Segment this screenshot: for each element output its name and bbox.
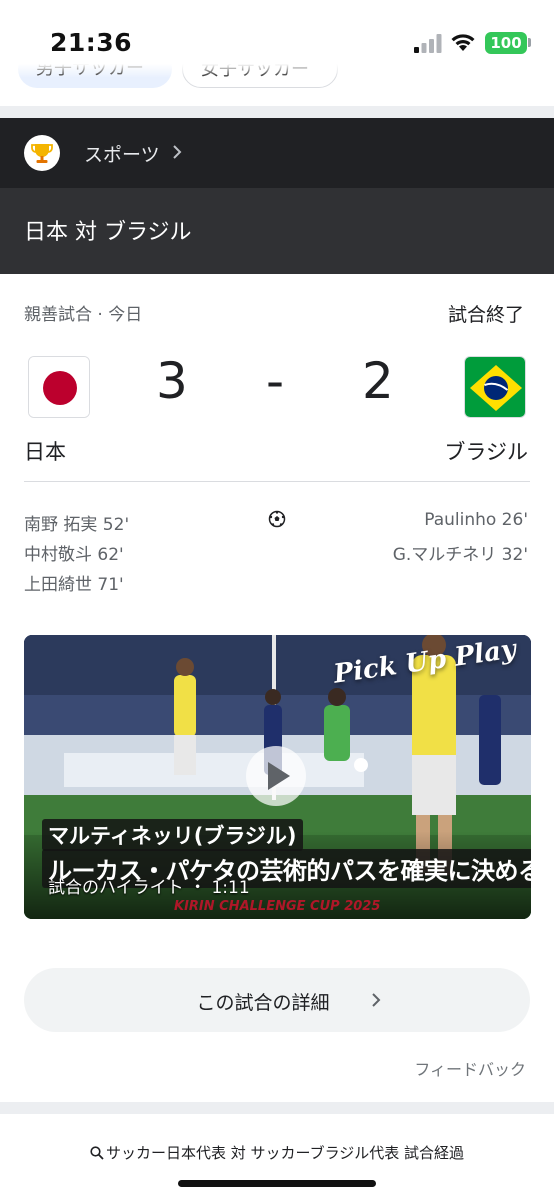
sponsor-watermark: KIRIN CHALLENGE CUP 2025 xyxy=(174,899,381,914)
sports-label: スポーツ xyxy=(84,144,160,166)
signal-icon xyxy=(414,34,442,53)
match-details-label: この試合の詳細 xyxy=(196,992,330,1014)
related-search-bar[interactable]: サッカー日本代表 対 サッカーブラジル代表 試合経過 xyxy=(0,1114,554,1200)
section-divider xyxy=(0,1102,554,1114)
away-team-name[interactable]: ブラジル xyxy=(444,436,528,466)
away-scorer: G.マルチネリ 32' xyxy=(392,545,528,565)
soccer-ball-icon xyxy=(268,510,286,528)
match-competition: 親善試合 · 今日 xyxy=(24,305,143,325)
status-bar: 21:36 100 xyxy=(0,0,554,64)
play-icon xyxy=(268,762,290,790)
home-team-name[interactable]: 日本 xyxy=(24,436,66,466)
filter-chips: 男子サッカー 女子サッカー xyxy=(0,64,554,94)
related-search-text: サッカー日本代表 対 サッカーブラジル代表 試合経過 xyxy=(105,1144,465,1162)
search-icon xyxy=(90,1146,104,1160)
home-scorer: 上田綺世 71' xyxy=(24,575,124,595)
sports-header[interactable]: スポーツ xyxy=(0,118,554,188)
card-divider xyxy=(24,481,530,482)
video-info: 試合のハイライト ・ 1:11 xyxy=(48,878,250,898)
highlight-video[interactable]: Pick Up Play マルティネッリ(ブラジル) ルーカス・パケタの芸術的パ… xyxy=(24,635,531,919)
feedback-link[interactable]: フィードバック xyxy=(414,1056,526,1080)
brazil-flag[interactable] xyxy=(464,356,526,418)
trophy-icon xyxy=(24,135,60,171)
chevron-right-icon xyxy=(173,145,182,159)
play-button[interactable] xyxy=(246,746,306,806)
video-caption-name: マルティネッリ(ブラジル) xyxy=(42,819,303,851)
wifi-icon xyxy=(451,34,475,51)
chip-fade xyxy=(0,64,554,78)
home-scorer: 南野 拓実 52' xyxy=(24,515,130,535)
battery-icon: 100 xyxy=(485,32,527,54)
match-status: 試合終了 xyxy=(447,304,524,326)
home-score: 3 xyxy=(156,352,188,410)
match-title-bar: 日本 対 ブラジル xyxy=(0,188,554,274)
related-search[interactable]: サッカー日本代表 対 サッカーブラジル代表 試合経過 xyxy=(0,1142,554,1163)
score-separator: - xyxy=(266,352,285,410)
section-divider xyxy=(0,106,554,118)
status-time: 21:36 xyxy=(50,28,133,57)
japan-flag[interactable] xyxy=(28,356,90,418)
away-score: 2 xyxy=(362,352,394,410)
match-details-button[interactable]: この試合の詳細 xyxy=(24,968,530,1032)
home-scorer: 中村敬斗 62' xyxy=(24,545,124,565)
chevron-right-icon xyxy=(372,993,381,1007)
away-scorer: Paulinho 26' xyxy=(424,510,528,530)
home-indicator[interactable] xyxy=(178,1180,376,1187)
match-title: 日本 対 ブラジル xyxy=(24,220,192,245)
battery-tip xyxy=(528,38,531,47)
